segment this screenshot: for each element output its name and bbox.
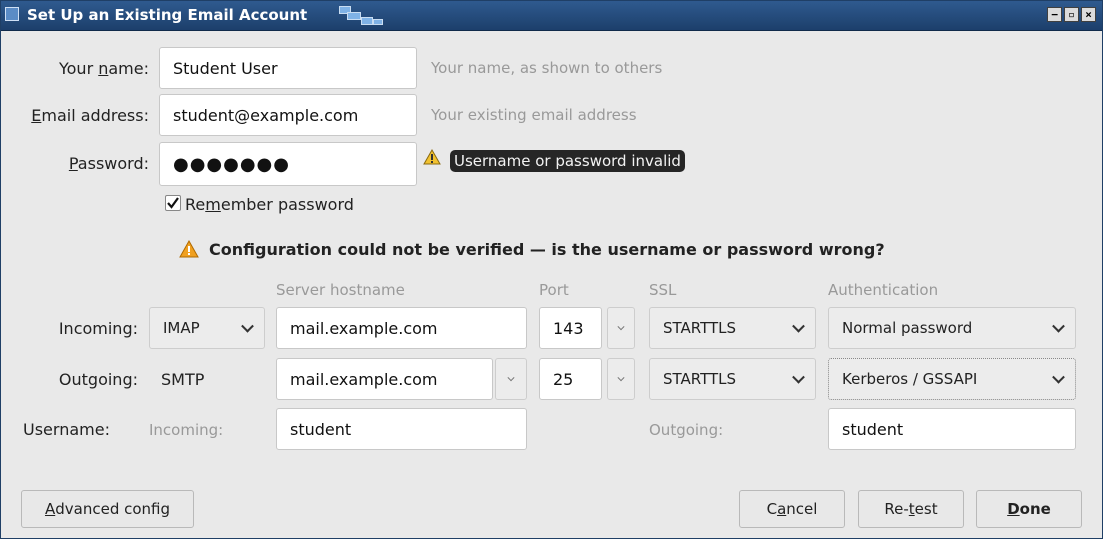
- cancel-button[interactable]: Ca ncel: [739, 490, 845, 528]
- chevron-down-icon: [617, 374, 625, 382]
- maximize-button[interactable]: ▫: [1064, 7, 1079, 22]
- column-header-authentication: Authentication: [828, 281, 939, 299]
- outgoing-hostname-input[interactable]: mail.example.com: [276, 358, 493, 400]
- outgoing-ssl-select[interactable]: STARTTLS: [649, 358, 816, 400]
- incoming-hostname-input[interactable]: mail.example.com: [276, 307, 527, 349]
- outgoing-label: Outgoing:: [58, 370, 138, 389]
- window-menu-icon[interactable]: [5, 7, 19, 21]
- checkbox-checked-icon: [167, 197, 179, 209]
- chevron-down-icon: [792, 370, 805, 384]
- name-hint: Your name, as shown to others: [431, 59, 663, 77]
- name-label: Your name:: [58, 59, 149, 78]
- title-decoration-icon: [339, 6, 385, 25]
- email-label: Email address:: [31, 106, 149, 125]
- outgoing-protocol: SMTP: [161, 370, 205, 389]
- column-header-port: Port: [539, 281, 569, 299]
- chevron-down-icon: [507, 374, 515, 382]
- dialog-window: Set Up an Existing Email Account − ▫ × Y…: [0, 0, 1103, 539]
- incoming-port-input[interactable]: 143: [539, 307, 602, 349]
- chevron-down-icon: [792, 319, 805, 333]
- chevron-down-icon: [1052, 319, 1065, 333]
- incoming-ssl-value: STARTTLS: [663, 319, 737, 337]
- name-input[interactable]: Student User: [159, 47, 417, 89]
- incoming-auth-value: Normal password: [842, 319, 973, 337]
- incoming-label: Incoming:: [58, 319, 138, 338]
- dialog-body: Your name: Student User Your name, as sh…: [9, 31, 1096, 532]
- incoming-username-input[interactable]: student: [276, 408, 527, 450]
- username-label: Username:: [23, 420, 110, 439]
- retest-button[interactable]: Re-t est: [858, 490, 964, 528]
- close-button[interactable]: ×: [1081, 7, 1096, 22]
- outgoing-auth-value: Kerberos / GSSAPI: [842, 370, 978, 388]
- warning-icon: [423, 149, 441, 165]
- username-incoming-label: Incoming:: [149, 421, 224, 439]
- incoming-auth-select[interactable]: Normal password: [828, 307, 1076, 349]
- title-bar[interactable]: Set Up an Existing Email Account − ▫ ×: [1, 1, 1102, 31]
- chevron-down-icon: [617, 323, 625, 331]
- done-button[interactable]: Done: [976, 490, 1082, 528]
- incoming-protocol-value: IMAP: [163, 319, 200, 337]
- column-header-hostname: Server hostname: [276, 281, 405, 299]
- outgoing-ssl-value: STARTTLS: [663, 370, 737, 388]
- password-error-tooltip: Username or password invalid: [450, 150, 685, 172]
- column-header-ssl: SSL: [649, 281, 677, 299]
- chevron-down-icon: [1052, 370, 1065, 384]
- remember-password-label[interactable]: Remember password: [185, 195, 354, 214]
- warning-icon: [179, 240, 199, 258]
- window-title: Set Up an Existing Email Account: [27, 6, 308, 24]
- outgoing-username-input[interactable]: student: [828, 408, 1076, 450]
- chevron-down-icon: [241, 319, 254, 333]
- outgoing-port-input[interactable]: 25: [539, 358, 602, 400]
- incoming-protocol-select[interactable]: IMAP: [149, 307, 265, 349]
- status-message: Configuration could not be verified — is…: [209, 240, 885, 259]
- email-input[interactable]: student@example.com: [159, 94, 417, 136]
- password-input[interactable]: ●●●●●●●: [159, 142, 417, 186]
- outgoing-hostname-dropdown[interactable]: [495, 358, 527, 400]
- password-label: Password:: [68, 154, 149, 173]
- advanced-config-button[interactable]: Advanced config: [21, 490, 194, 528]
- minimize-button[interactable]: −: [1047, 7, 1062, 22]
- remember-password-checkbox[interactable]: [165, 195, 181, 211]
- outgoing-auth-select[interactable]: Kerberos / GSSAPI: [828, 358, 1076, 400]
- outgoing-port-dropdown[interactable]: [607, 358, 635, 400]
- incoming-ssl-select[interactable]: STARTTLS: [649, 307, 816, 349]
- incoming-port-dropdown[interactable]: [607, 307, 635, 349]
- username-outgoing-label: Outgoing:: [649, 421, 724, 439]
- email-hint: Your existing email address: [431, 106, 637, 124]
